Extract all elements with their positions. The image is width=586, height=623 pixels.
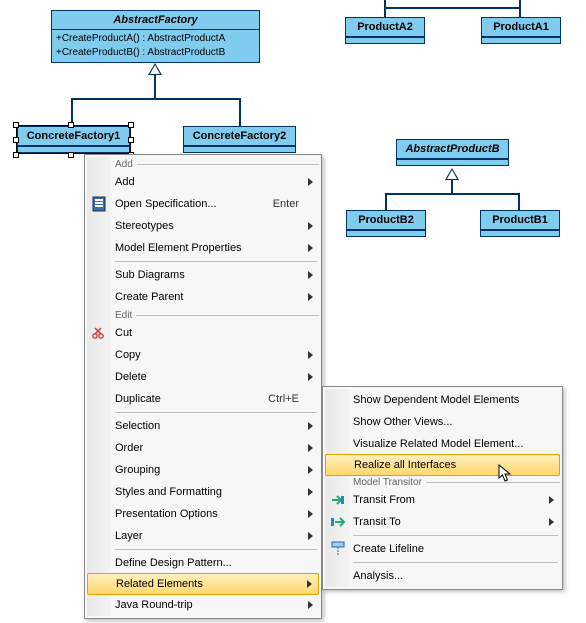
menu-item-sub-diagrams[interactable]: Sub Diagrams	[87, 264, 319, 286]
menu-item-transit-from[interactable]: Transit From	[325, 489, 560, 511]
generalization-arrow	[148, 63, 162, 75]
resize-handle[interactable]	[68, 122, 74, 128]
spec-icon	[92, 196, 108, 212]
resize-handle[interactable]	[128, 137, 134, 143]
submenu-arrow-icon	[308, 373, 313, 381]
submenu-arrow-icon	[549, 518, 554, 526]
menu-item-open-specification[interactable]: Open Specification... Enter	[87, 193, 319, 215]
menu-item-realize-all-interfaces[interactable]: Realize all Interfaces	[325, 454, 560, 476]
submenu-related-elements: Show Dependent Model Elements Show Other…	[322, 386, 563, 590]
menu-item-model-element-properties[interactable]: Model Element Properties	[87, 237, 319, 259]
menu-item-duplicate[interactable]: Duplicate Ctrl+E	[87, 388, 319, 410]
submenu-arrow-icon	[308, 444, 313, 452]
menu-item-grouping[interactable]: Grouping	[87, 459, 319, 481]
uml-class-abstractproductb[interactable]: AbstractProductB	[396, 139, 509, 166]
menu-item-copy[interactable]: Copy	[87, 344, 319, 366]
resize-handle[interactable]	[68, 152, 74, 158]
menu-item-show-other-views[interactable]: Show Other Views...	[325, 411, 560, 433]
submenu-arrow-icon	[308, 422, 313, 430]
menu-item-show-dependent[interactable]: Show Dependent Model Elements	[325, 389, 560, 411]
menu-item-java-round-trip[interactable]: Java Round-trip	[87, 594, 319, 616]
menu-item-add[interactable]: Add	[87, 171, 319, 193]
uml-class-concretefactory2[interactable]: ConcreteFactory2	[183, 126, 296, 153]
submenu-arrow-icon	[308, 222, 313, 230]
submenu-arrow-icon	[308, 178, 313, 186]
submenu-arrow-icon	[308, 351, 313, 359]
uml-class-producta1[interactable]: ProductA1	[481, 17, 561, 44]
menu-item-delete[interactable]: Delete	[87, 366, 319, 388]
uml-class-productb2[interactable]: ProductB2	[346, 210, 426, 237]
generalization-arrow	[445, 168, 459, 180]
resize-handle[interactable]	[13, 152, 19, 158]
class-title: AbstractProductB	[397, 140, 508, 159]
menu-group-add: Add	[115, 157, 319, 171]
menu-item-create-lifeline[interactable]: Create Lifeline	[325, 538, 560, 560]
transit-to-icon	[330, 514, 346, 530]
menu-item-transit-to[interactable]: Transit To	[325, 511, 560, 533]
uml-class-concretefactory1[interactable]: ConcreteFactory1	[17, 126, 130, 153]
class-title: ProductA1	[482, 18, 560, 37]
uml-class-productb1[interactable]: ProductB1	[480, 210, 560, 237]
lifeline-icon	[330, 541, 346, 557]
submenu-arrow-icon	[308, 466, 313, 474]
submenu-arrow-icon	[307, 580, 312, 588]
menu-item-presentation-options[interactable]: Presentation Options	[87, 503, 319, 525]
class-body: +CreateProductA() : AbstractProductA +Cr…	[52, 30, 259, 62]
menu-item-visualize-related[interactable]: Visualize Related Model Element...	[325, 433, 560, 455]
menu-item-related-elements[interactable]: Related Elements	[87, 573, 319, 595]
menu-group-model-transitor: Model Transitor	[353, 475, 560, 489]
menu-group-edit: Edit	[115, 308, 319, 322]
menu-item-define-design-pattern[interactable]: Define Design Pattern...	[87, 552, 319, 574]
transit-from-icon	[330, 492, 346, 508]
submenu-arrow-icon	[308, 293, 313, 301]
resize-handle[interactable]	[13, 137, 19, 143]
scissors-icon	[92, 325, 108, 341]
uml-class-abstractfactory[interactable]: AbstractFactory +CreateProductA() : Abst…	[51, 10, 260, 63]
menu-item-analysis[interactable]: Analysis...	[325, 565, 560, 587]
submenu-arrow-icon	[308, 532, 313, 540]
resize-handle[interactable]	[13, 122, 19, 128]
menu-item-cut[interactable]: Cut	[87, 322, 319, 344]
submenu-arrow-icon	[308, 510, 313, 518]
submenu-arrow-icon	[308, 244, 313, 252]
submenu-arrow-icon	[308, 488, 313, 496]
resize-handle[interactable]	[128, 122, 134, 128]
submenu-arrow-icon	[308, 271, 313, 279]
menu-item-selection[interactable]: Selection	[87, 415, 319, 437]
uml-class-producta2[interactable]: ProductA2	[345, 17, 425, 44]
class-title: ConcreteFactory2	[184, 127, 295, 146]
menu-item-order[interactable]: Order	[87, 437, 319, 459]
class-title: ProductB1	[481, 211, 559, 230]
class-title: AbstractFactory	[52, 11, 259, 30]
class-title: ProductA2	[346, 18, 424, 37]
context-menu: Add Add Open Specification... Enter Ster…	[84, 154, 322, 619]
submenu-arrow-icon	[549, 496, 554, 504]
submenu-arrow-icon	[308, 601, 313, 609]
menu-item-stereotypes[interactable]: Stereotypes	[87, 215, 319, 237]
class-title: ConcreteFactory1	[18, 127, 129, 146]
menu-item-styles-formatting[interactable]: Styles and Formatting	[87, 481, 319, 503]
menu-item-layer[interactable]: Layer	[87, 525, 319, 547]
class-title: ProductB2	[347, 211, 425, 230]
menu-item-create-parent[interactable]: Create Parent	[87, 286, 319, 308]
